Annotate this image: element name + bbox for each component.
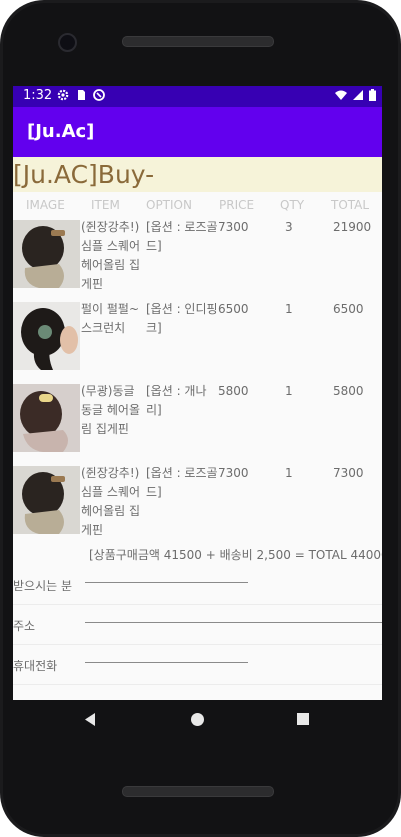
product-image xyxy=(13,384,80,452)
table-row[interactable]: (쥔장강추!) 심플 스퀘어 헤어올림 집게핀 [옵션 : 로즈골드] 7300… xyxy=(13,464,382,544)
address-input[interactable] xyxy=(85,622,382,623)
item-option: [옵션 : 로즈골드] xyxy=(146,220,218,253)
app-bar: [Ju.Ac] xyxy=(13,107,382,157)
item-option: [옵션 : 로즈골드] xyxy=(146,466,218,499)
column-header-price: PRICE xyxy=(219,198,255,212)
item-option: [옵션 : 인디핑크] xyxy=(146,302,218,335)
home-icon[interactable] xyxy=(190,712,205,727)
column-header-item: ITEM xyxy=(91,198,120,212)
item-name: (무광)동글동글 헤어올림 집게핀 xyxy=(81,384,141,436)
item-price: 5800 xyxy=(218,384,249,398)
phone-input[interactable] xyxy=(85,662,248,663)
item-total: 6500 xyxy=(333,302,364,316)
screen: 1:32 [Ju.Ac] [Ju.AC]Buy- IMAGE ITEM OPTI… xyxy=(13,86,382,700)
front-camera xyxy=(58,33,77,52)
recipient-row: 받으시는 분 xyxy=(13,564,382,605)
item-name: 펄이 펄펄~ 스크런치 xyxy=(81,302,140,335)
item-qty: 1 xyxy=(285,302,293,316)
phone-label: 휴대전화 xyxy=(13,659,58,673)
navigation-bar xyxy=(13,700,382,740)
sd-card-icon xyxy=(78,90,85,100)
recipient-label: 받으시는 분 xyxy=(13,579,73,593)
item-name: (쥔장강추!) 심플 스퀘어 헤어올림 집게핀 xyxy=(81,466,141,537)
sync-icon xyxy=(93,89,105,101)
phone-row: 휴대전화 xyxy=(13,644,382,685)
earpiece-speaker xyxy=(122,36,274,47)
item-qty: 1 xyxy=(285,466,293,480)
item-qty: 3 xyxy=(285,220,293,234)
item-name: (쥔장강추!) 심플 스퀘어 헤어올림 집게핀 xyxy=(81,220,141,291)
table-row[interactable]: (무광)동글동글 헤어올림 집게핀 [옵션 : 개나리] 5800 1 5800 xyxy=(13,382,382,462)
recents-icon[interactable] xyxy=(296,712,310,726)
item-price: 7300 xyxy=(218,466,249,480)
address-row: 주소 xyxy=(13,604,382,645)
product-image xyxy=(13,220,80,288)
item-total: 21900 xyxy=(333,220,372,234)
column-header-total: TOTAL xyxy=(331,198,370,212)
product-image xyxy=(13,466,80,534)
app-title: [Ju.Ac] xyxy=(27,121,95,142)
back-icon[interactable] xyxy=(83,712,97,727)
status-time: 1:32 xyxy=(23,88,53,103)
settings-icon xyxy=(57,89,69,101)
address-label: 주소 xyxy=(13,619,36,633)
page-heading: [Ju.AC]Buy- xyxy=(13,160,155,189)
item-option: [옵션 : 개나리] xyxy=(146,384,207,417)
column-header-option: OPTION xyxy=(146,198,192,212)
recipient-input[interactable] xyxy=(85,582,248,583)
bottom-speaker xyxy=(122,786,274,797)
battery-icon xyxy=(369,89,376,101)
item-price: 6500 xyxy=(218,302,249,316)
item-total: 5800 xyxy=(333,384,364,398)
product-image xyxy=(13,302,80,370)
column-header-image: IMAGE xyxy=(26,198,65,212)
cell-signal-icon xyxy=(353,90,363,100)
table-row[interactable]: 펄이 펄펄~ 스크런치 [옵션 : 인디핑크] 6500 1 6500 xyxy=(13,300,382,380)
item-qty: 1 xyxy=(285,384,293,398)
wifi-icon xyxy=(335,90,347,100)
order-summary: [상품구매금액 41500 + 배송비 2,500 = TOTAL 44000] xyxy=(89,548,382,562)
page-heading-banner: [Ju.AC]Buy- xyxy=(13,157,382,192)
table-row[interactable]: (쥔장강추!) 심플 스퀘어 헤어올림 집게핀 [옵션 : 로즈골드] 7300… xyxy=(13,218,382,298)
item-price: 7300 xyxy=(218,220,249,234)
table-header: IMAGE ITEM OPTION PRICE QTY TOTAL xyxy=(13,196,382,212)
item-total: 7300 xyxy=(333,466,364,480)
column-header-qty: QTY xyxy=(280,198,305,212)
status-bar: 1:32 xyxy=(13,86,382,107)
